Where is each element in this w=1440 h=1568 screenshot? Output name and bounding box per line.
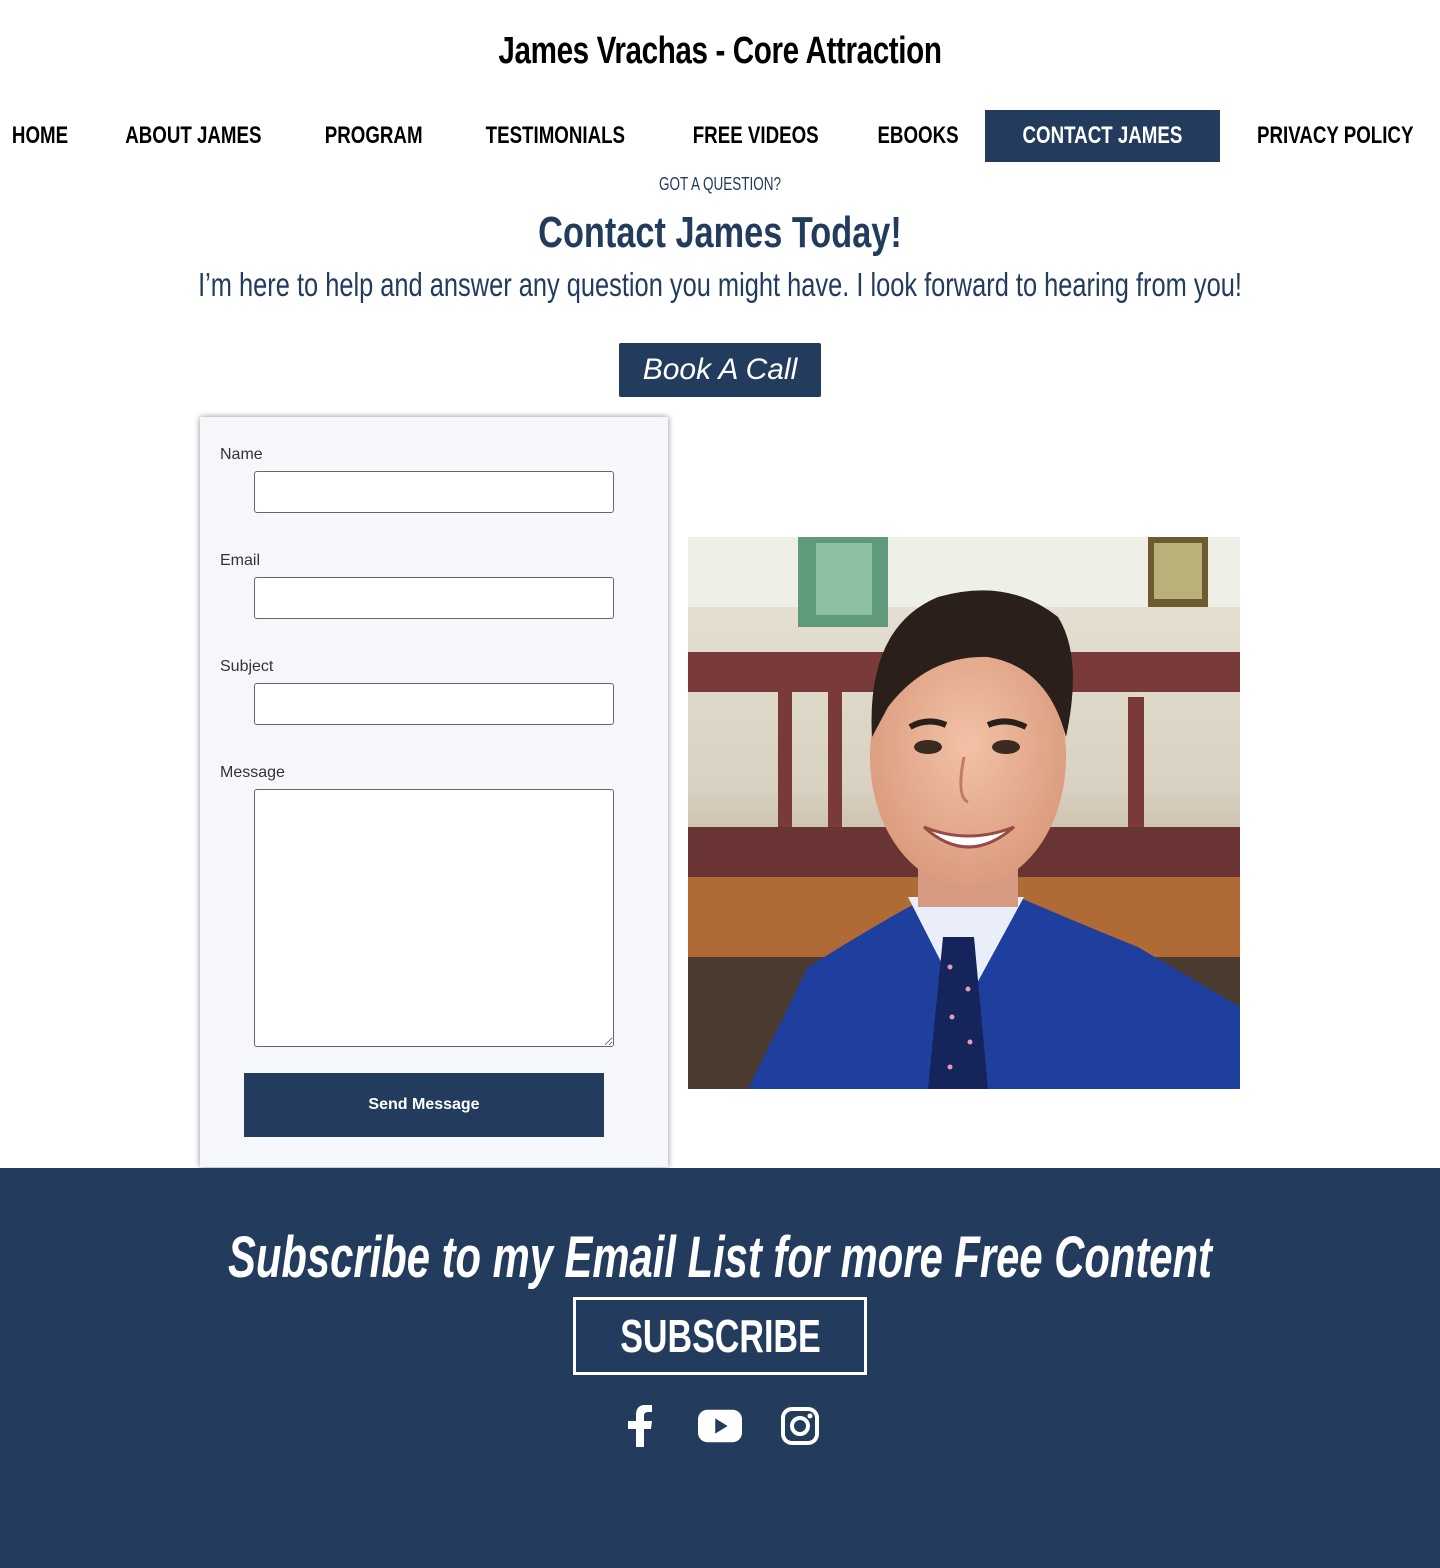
subject-input[interactable] [254, 683, 614, 725]
subject-label: Subject [220, 658, 274, 675]
nav-item-label: PROGRAM [324, 122, 423, 149]
nav-item-privacy-policy[interactable]: PRIVACY POLICY [1220, 110, 1440, 162]
message-textarea[interactable] [254, 789, 614, 1047]
nav-item-program[interactable]: PROGRAM [296, 110, 451, 162]
email-input[interactable] [254, 577, 614, 619]
nav-item-label: EBOOKS [877, 122, 959, 149]
portrait-illustration [688, 537, 1240, 1089]
nav-item-label: FREE VIDEOS [692, 122, 819, 149]
main-navigation: HOME ABOUT JAMES PROGRAM TESTIMONIALS FR… [0, 110, 1440, 162]
nav-item-label: TESTIMONIALS [485, 122, 626, 149]
subscribe-label: SUBSCRIBE [619, 1310, 821, 1362]
site-footer: Subscribe to my Email List for more Free… [0, 1168, 1440, 1568]
james-portrait-photo [688, 537, 1240, 1089]
nav-item-label: CONTACT JAMES [1022, 122, 1183, 149]
instagram-icon[interactable] [778, 1404, 822, 1448]
contact-form: Name Email Subject Message Send Message [200, 417, 668, 1167]
email-label: Email [220, 552, 261, 569]
nav-item-label: ABOUT JAMES [125, 122, 262, 149]
nav-item-ebooks[interactable]: EBOOKS [851, 110, 985, 162]
nav-item-home[interactable]: HOME [0, 110, 91, 162]
subscribe-button[interactable]: SUBSCRIBE [573, 1297, 867, 1375]
page-heading: Contact James Today! [538, 208, 902, 257]
page-subheading: I’m here to help and answer any question… [198, 266, 1242, 303]
nav-item-label: HOME [12, 122, 69, 149]
message-label: Message [220, 764, 285, 781]
name-label: Name [220, 446, 263, 463]
nav-item-about-james[interactable]: ABOUT JAMES [91, 110, 296, 162]
footer-title: Subscribe to my Email List for more Free… [228, 1225, 1212, 1290]
youtube-icon[interactable] [698, 1404, 742, 1448]
site-title[interactable]: James Vrachas - Core Attraction [158, 30, 1281, 73]
social-links [0, 1404, 1440, 1448]
eyebrow-text: GOT A QUESTION? [658, 174, 782, 194]
nav-item-label: PRIVACY POLICY [1257, 122, 1414, 149]
nav-item-contact-james[interactable]: CONTACT JAMES [985, 110, 1221, 162]
nav-item-testimonials[interactable]: TESTIMONIALS [451, 110, 660, 162]
facebook-icon[interactable] [618, 1404, 662, 1448]
send-message-button[interactable]: Send Message [244, 1073, 604, 1137]
book-a-call-button[interactable]: Book A Call [619, 343, 821, 397]
nav-item-free-videos[interactable]: FREE VIDEOS [660, 110, 851, 162]
name-input[interactable] [254, 471, 614, 513]
